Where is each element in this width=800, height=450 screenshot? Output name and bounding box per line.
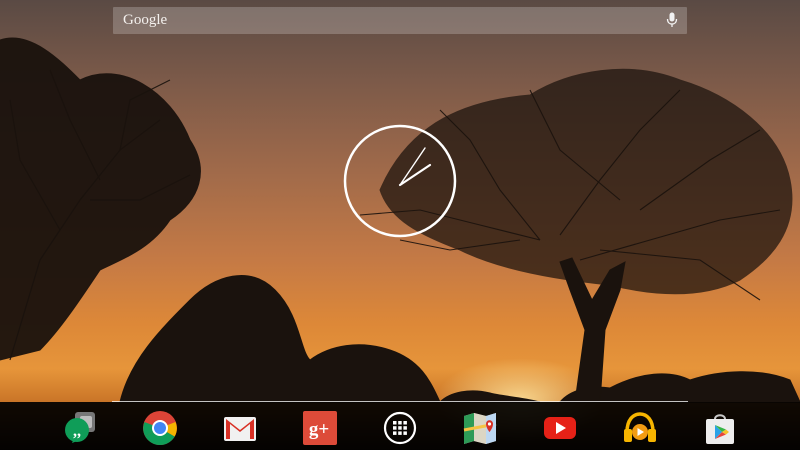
favorites-dock: Hangouts ,, Chrome Gmail Google+ [0, 402, 800, 450]
clock-minute-hand [399, 147, 426, 186]
search-bar-label: Google [123, 12, 168, 28]
google-search-bar[interactable]: Google [113, 7, 687, 34]
gmail-icon[interactable]: Gmail [222, 410, 258, 446]
play-music-icon[interactable]: Play Music [622, 410, 658, 446]
play-store-icon[interactable]: Play Store [702, 410, 738, 446]
svg-text:,,: ,, [73, 423, 81, 440]
maps-icon[interactable]: Maps [462, 410, 498, 446]
google-plus-icon[interactable]: Google+ g+ [302, 410, 338, 446]
microphone-icon[interactable] [665, 12, 679, 29]
clock-face [343, 124, 457, 238]
google-plus-glyph: g+ [309, 419, 329, 440]
app-drawer-icon[interactable]: Apps [382, 410, 418, 446]
clock-hour-hand [398, 163, 432, 187]
youtube-icon[interactable]: YouTube [542, 410, 578, 446]
chrome-icon[interactable]: Chrome [142, 410, 178, 446]
hangouts-icon[interactable]: Hangouts ,, [62, 410, 98, 446]
analog-clock-widget[interactable] [343, 124, 457, 238]
